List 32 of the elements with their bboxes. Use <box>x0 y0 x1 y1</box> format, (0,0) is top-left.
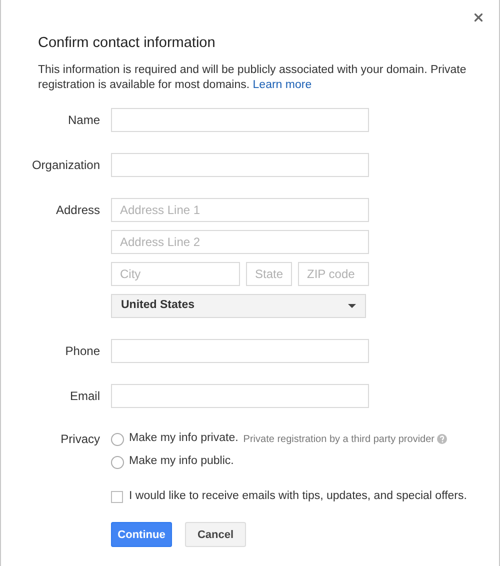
radio-label: Make my info private. <box>129 431 238 446</box>
input-field[interactable] <box>111 153 369 177</box>
input-field[interactable] <box>111 108 369 132</box>
continue-button[interactable]: Continue <box>111 522 172 548</box>
input-field[interactable]: Address Line 2 <box>111 230 369 254</box>
newsletter-checkbox[interactable] <box>111 490 123 503</box>
input-field[interactable] <box>111 384 369 408</box>
caret-icon <box>348 304 356 308</box>
field-label: Email <box>70 388 100 405</box>
option-note: Private registration by a third party provider <box>243 432 434 446</box>
field-label: Phone <box>65 343 100 360</box>
dialog-title: Confirm contact information <box>38 34 216 52</box>
input-field[interactable]: Address Line 1 <box>111 198 369 222</box>
input-field[interactable]: City <box>111 262 240 286</box>
help-icon[interactable] <box>436 434 446 444</box>
radio-button[interactable] <box>111 432 124 446</box>
field-label: Privacy <box>60 431 100 448</box>
radio-button[interactable] <box>111 456 124 468</box>
field-label: Organization <box>32 157 100 174</box>
radio-label: Make my info public. <box>129 454 234 470</box>
field-label: Name <box>68 112 100 129</box>
input-field[interactable]: ZIP code <box>298 262 369 286</box>
country-select[interactable]: United States <box>111 294 366 318</box>
field-label: Address <box>56 202 100 219</box>
input-field[interactable]: State <box>246 262 292 286</box>
checkbox-label: I would like to receive emails with tips, updates, and special offers. <box>129 489 467 504</box>
learn-more-link[interactable]: Learn more <box>252 79 312 91</box>
input-field[interactable] <box>111 339 369 363</box>
close-button[interactable] <box>472 11 485 24</box>
cancel-button[interactable]: Cancel <box>185 522 246 548</box>
description: This information is required and will be publicly associated with your domain. Private registration is available for most domains. Learn more <box>38 63 468 93</box>
close-icon <box>472 11 485 24</box>
